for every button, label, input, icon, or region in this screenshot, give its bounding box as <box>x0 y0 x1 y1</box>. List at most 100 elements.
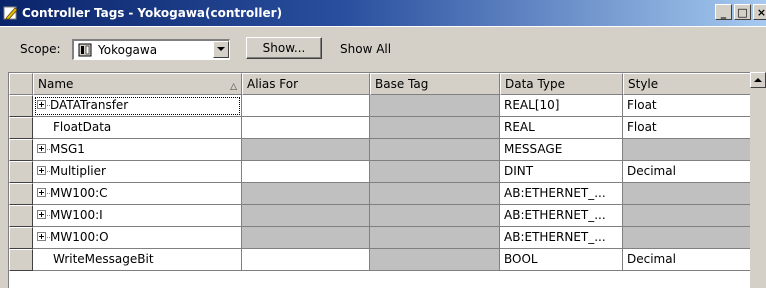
table-row[interactable]: MW100:I AB:ETHERNET_... <box>9 205 759 227</box>
row-selector[interactable] <box>9 227 33 249</box>
cell-base-tag[interactable] <box>370 161 500 183</box>
cell-name[interactable]: MSG1 <box>33 139 242 161</box>
tag-name-label: MW100:O <box>50 230 109 244</box>
cell-name[interactable]: MW100:I <box>33 205 242 227</box>
minimize-icon: _ <box>721 7 727 18</box>
tag-name-label: DATATransfer <box>50 98 128 112</box>
cell-base-tag[interactable] <box>370 139 500 161</box>
chevron-down-icon[interactable] <box>213 41 229 58</box>
tag-name-label: Multiplier <box>50 164 106 178</box>
expand-plus-icon[interactable] <box>37 232 46 241</box>
show-button[interactable]: Show... <box>246 37 322 59</box>
cell-style[interactable] <box>623 183 759 205</box>
cell-data-type[interactable]: BOOL <box>500 249 623 271</box>
title-bar: Controller Tags - Yokogawa(controller) _… <box>0 0 766 26</box>
column-header-name[interactable]: Name △ <box>33 73 242 95</box>
scope-dropdown[interactable]: Yokogawa <box>72 39 230 60</box>
cell-style[interactable]: Float <box>623 95 759 117</box>
cell-base-tag[interactable] <box>370 95 500 117</box>
window-title: Controller Tags <box>22 6 124 20</box>
cell-base-tag[interactable] <box>370 249 500 271</box>
header-selector[interactable] <box>9 73 33 95</box>
tags-pencil-icon <box>3 5 19 21</box>
close-icon: × <box>757 7 766 18</box>
cell-data-type[interactable]: REAL <box>500 117 623 139</box>
cell-alias-for[interactable] <box>242 205 370 227</box>
row-selector[interactable] <box>9 95 33 117</box>
vertical-scrollbar[interactable] <box>750 72 766 288</box>
cell-alias-for[interactable] <box>242 161 370 183</box>
column-header-name-label: Name <box>38 77 73 91</box>
column-header-alias[interactable]: Alias For <box>242 73 370 95</box>
table-row[interactable]: WriteMessageBit BOOL Decimal <box>9 249 759 271</box>
close-button[interactable]: × <box>753 4 766 20</box>
row-selector[interactable] <box>9 117 33 139</box>
tag-grid: Name △ Alias For Base Tag Data Type Styl… <box>8 72 766 288</box>
show-filter-text: Show All <box>340 42 391 56</box>
row-selector[interactable] <box>9 249 33 271</box>
cell-name[interactable]: WriteMessageBit <box>33 249 242 271</box>
cell-style[interactable]: Decimal <box>623 249 759 271</box>
window-subtitle: Yokogawa(controller) <box>137 6 282 20</box>
cell-name[interactable]: MW100:C <box>33 183 242 205</box>
sort-ascending-icon: △ <box>230 77 237 95</box>
cell-base-tag[interactable] <box>370 117 500 139</box>
cell-base-tag[interactable] <box>370 205 500 227</box>
cell-data-type[interactable]: REAL[10] <box>500 95 623 117</box>
cell-name[interactable]: MW100:O <box>33 227 242 249</box>
expand-plus-icon[interactable] <box>37 100 46 109</box>
cell-data-type[interactable]: AB:ETHERNET_... <box>500 183 623 205</box>
tag-name-label: MSG1 <box>50 142 85 156</box>
window-controls: _ □ × <box>713 4 766 20</box>
cell-name[interactable]: Multiplier <box>33 161 242 183</box>
cell-style[interactable]: Float <box>623 117 759 139</box>
tag-name-label: MW100:C <box>50 186 108 200</box>
cell-base-tag[interactable] <box>370 227 500 249</box>
scope-value: Yokogawa <box>98 43 157 57</box>
cell-alias-for[interactable] <box>242 183 370 205</box>
maximize-icon: □ <box>737 7 747 18</box>
cell-base-tag[interactable] <box>370 183 500 205</box>
tag-name-label: WriteMessageBit <box>53 252 154 266</box>
cell-style[interactable] <box>623 205 759 227</box>
cell-data-type[interactable]: AB:ETHERNET_... <box>500 205 623 227</box>
cell-alias-for[interactable] <box>242 139 370 161</box>
table-row[interactable]: FloatData REAL Float <box>9 117 759 139</box>
row-selector[interactable] <box>9 183 33 205</box>
maximize-button[interactable]: □ <box>734 4 751 20</box>
expand-plus-icon[interactable] <box>37 188 46 197</box>
minimize-button[interactable]: _ <box>715 4 732 20</box>
cell-style[interactable] <box>623 139 759 161</box>
table-row[interactable]: MW100:C AB:ETHERNET_... <box>9 183 759 205</box>
cell-alias-for[interactable] <box>242 227 370 249</box>
scope-toolbar: Scope: Yokogawa Show... Show All <box>0 26 766 72</box>
scroll-up-icon[interactable] <box>750 72 766 88</box>
table-row[interactable]: MSG1 MESSAGE <box>9 139 759 161</box>
table-row[interactable]: DATATransfer REAL[10] Float <box>9 95 759 117</box>
table-row[interactable]: Multiplier DINT Decimal <box>9 161 759 183</box>
row-selector[interactable] <box>9 139 33 161</box>
cell-name[interactable]: DATATransfer <box>33 95 242 117</box>
cell-style[interactable] <box>623 227 759 249</box>
expand-plus-icon[interactable] <box>37 144 46 153</box>
title-separator: - <box>128 6 133 20</box>
cell-data-type[interactable]: DINT <box>500 161 623 183</box>
cell-alias-for[interactable] <box>242 249 370 271</box>
tag-name-label: MW100:I <box>50 208 103 222</box>
row-selector[interactable] <box>9 161 33 183</box>
cell-style[interactable]: Decimal <box>623 161 759 183</box>
table-row[interactable]: MW100:O AB:ETHERNET_... <box>9 227 759 249</box>
column-header-data-type[interactable]: Data Type <box>500 73 623 95</box>
scope-label: Scope: <box>20 42 61 56</box>
cell-data-type[interactable]: AB:ETHERNET_... <box>500 227 623 249</box>
cell-alias-for[interactable] <box>242 117 370 139</box>
column-header-base-tag[interactable]: Base Tag <box>370 73 500 95</box>
expand-plus-icon[interactable] <box>37 210 46 219</box>
column-header-style[interactable]: Style <box>623 73 759 95</box>
cell-name[interactable]: FloatData <box>33 117 242 139</box>
grid-header-row: Name △ Alias For Base Tag Data Type Styl… <box>9 73 759 95</box>
cell-alias-for[interactable] <box>242 95 370 117</box>
expand-plus-icon[interactable] <box>37 166 46 175</box>
cell-data-type[interactable]: MESSAGE <box>500 139 623 161</box>
row-selector[interactable] <box>9 205 33 227</box>
